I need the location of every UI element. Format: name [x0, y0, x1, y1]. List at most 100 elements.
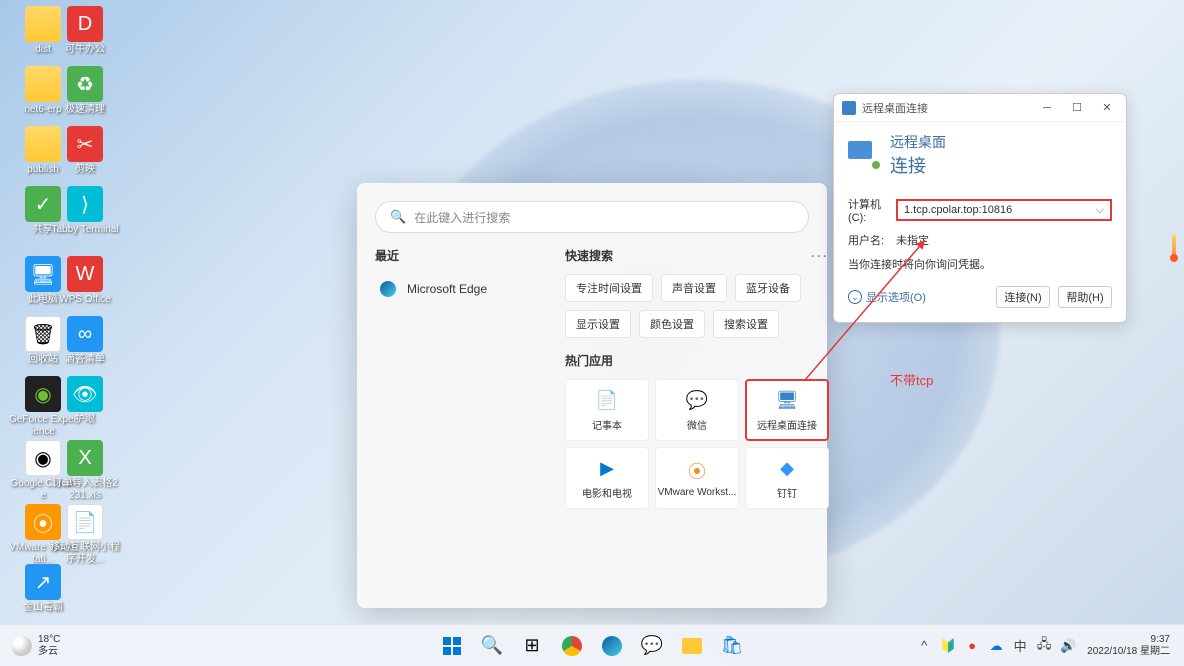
desktop-icon[interactable]: 👁 护眼 [50, 376, 120, 426]
app-tile-icon: ▶ [595, 457, 619, 481]
desktop-icon[interactable]: ♻极速清理 [50, 66, 120, 116]
app-icon: ⟩ [67, 186, 103, 222]
taskbar-clock[interactable]: 9:37 2022/10/18 星期二 [1081, 634, 1176, 658]
quick-search-chip[interactable]: 显示设置 [565, 310, 631, 338]
rdp-header-line1: 远程桌面 [890, 132, 946, 152]
recent-section-label: 最近 [375, 247, 399, 264]
quick-search-chip[interactable]: 蓝牙设备 [735, 274, 801, 302]
rdp-header-line2: 连接 [890, 152, 946, 178]
desktop-icon-label: 金山毒霸 [23, 602, 63, 614]
recent-item[interactable]: Microsoft Edge [375, 274, 535, 304]
chevron-down-icon: ⌄ [848, 290, 862, 304]
desktop-icon-label: 移动互联网小程序开发... [50, 542, 120, 566]
app-tile-label: 微信 [687, 417, 707, 432]
quick-search-chip[interactable]: 声音设置 [661, 274, 727, 302]
tray-app-icon-1[interactable]: ● [961, 635, 983, 657]
desktop-icon[interactable]: X订单导入表格2231.xls [50, 440, 120, 502]
taskbar-wechat-icon[interactable]: 💬 [634, 628, 670, 664]
app-icon: 👁 [67, 376, 103, 412]
minimize-button[interactable]: ─ [1032, 94, 1062, 122]
annotation-text: 不带tcp [890, 370, 933, 389]
rdp-credentials-hint: 当你连接时将向你询问凭据。 [848, 256, 1112, 272]
app-tile-label: VMware Workst... [658, 487, 737, 498]
show-options-toggle[interactable]: ⌄ 显示选项(O) [848, 289, 926, 305]
username-value: 未指定 [896, 232, 929, 248]
start-menu-panel: 🔍 在此键入进行搜索 最近 Microsoft Edge 快速搜索 ··· 专注… [357, 183, 827, 608]
weather-icon [12, 636, 32, 656]
desktop-icon[interactable]: ⟩Tabby Terminal [50, 186, 120, 236]
taskbar-store-icon[interactable]: 🛍 [714, 628, 750, 664]
tray-volume-icon[interactable]: 🔊 [1057, 635, 1079, 657]
tray-ime-icon[interactable]: 中 [1009, 635, 1031, 657]
rdp-title-text: 远程桌面连接 [862, 100, 928, 116]
quick-search-chip[interactable]: 颜色设置 [639, 310, 705, 338]
taskbar: 18°C 多云 🔍 ⊞ 💬 🛍 ^ 🔰 ● ☁ 中 🖧 🔊 9:37 2022/… [0, 624, 1184, 666]
hot-app-tile[interactable]: 📄 记事本 [565, 379, 649, 441]
desktop-icon-label: 可牛办公 [65, 44, 105, 56]
hot-app-tile[interactable]: ▶ 电影和电视 [565, 447, 649, 509]
tray-network-icon[interactable]: 🖧 [1033, 635, 1055, 657]
desktop-icon[interactable]: ∞ 滴答清单 [50, 316, 120, 366]
connect-button[interactable]: 连接(N) [996, 286, 1050, 308]
weather-temp: 18°C [38, 634, 60, 646]
app-tile-label: 记事本 [592, 417, 622, 432]
desktop-icon-label: 护眼 [75, 414, 95, 426]
hot-app-tile[interactable]: ◆钉钉 [745, 447, 829, 509]
rdp-titlebar[interactable]: 远程桌面连接 ─ ☐ ✕ [834, 94, 1126, 122]
app-tile-icon: 📄 [595, 389, 619, 413]
start-search-box[interactable]: 🔍 在此键入进行搜索 [375, 201, 809, 233]
taskbar-edge-icon[interactable] [594, 628, 630, 664]
hot-app-tile[interactable]: ⦿ VMware Workst... [655, 447, 739, 509]
app-tile-icon: ⦿ [685, 459, 709, 483]
desktop-icon[interactable]: ✂ 剪映 [50, 126, 120, 176]
app-tile-icon: 💬 [685, 389, 709, 413]
desktop-icon-label: 剪映 [75, 164, 95, 176]
close-button[interactable]: ✕ [1092, 94, 1122, 122]
app-tile-icon: ◆ [775, 457, 799, 481]
app-icon: ∞ [67, 316, 103, 352]
recent-item-label: Microsoft Edge [407, 282, 487, 296]
desktop-icon-label: dist [35, 44, 51, 56]
app-icon: ✂ [67, 126, 103, 162]
weather-widget[interactable]: 18°C 多云 [0, 634, 72, 658]
start-button[interactable] [434, 628, 470, 664]
quick-search-chip[interactable]: 搜索设置 [713, 310, 779, 338]
desktop-icon[interactable]: ↗ 金山毒霸 [8, 564, 78, 614]
app-tile-icon: 🖥 [775, 389, 799, 413]
quick-search-label: 快速搜索 [565, 247, 613, 264]
app-icon: ↗ [25, 564, 61, 600]
desktop-icon-label: 滴答清单 [65, 354, 105, 366]
tray-security-icon[interactable]: 🔰 [937, 635, 959, 657]
maximize-button[interactable]: ☐ [1062, 94, 1092, 122]
computer-combobox[interactable]: 1.tcp.cpolar.top:10816 [896, 199, 1112, 221]
edge-icon [379, 280, 397, 298]
desktop-icon[interactable]: W WPS Office [50, 256, 120, 306]
help-button[interactable]: 帮助(H) [1058, 286, 1112, 308]
hot-app-tile[interactable]: 💬 微信 [655, 379, 739, 441]
desktop-icon-label: WPS Office [59, 294, 111, 306]
quick-search-chip[interactable]: 专注时间设置 [565, 274, 653, 302]
tray-onedrive-icon[interactable]: ☁ [985, 635, 1007, 657]
taskbar-explorer-icon[interactable] [674, 628, 710, 664]
computer-label: 计算机(C): [848, 196, 896, 224]
app-icon: 📄 [67, 504, 103, 540]
taskbar-search-button[interactable]: 🔍 [474, 628, 510, 664]
rdp-window: 远程桌面连接 ─ ☐ ✕ 远程桌面 连接 计算机(C): 1.tcp.cpola… [833, 93, 1127, 323]
weather-desc: 多云 [38, 646, 60, 658]
hot-app-tile[interactable]: 🖥 远程桌面连接 [745, 379, 829, 441]
quick-more-button[interactable]: ··· [811, 249, 829, 263]
hot-apps-label: 热门应用 [565, 352, 613, 369]
computer-value: 1.tcp.cpolar.top:10816 [904, 204, 1012, 216]
app-icon: X [67, 440, 103, 476]
app-tile-label: 远程桌面连接 [757, 417, 817, 432]
app-tile-label: 电影和电视 [582, 485, 632, 500]
desktop-icon[interactable]: 📄移动互联网小程序开发... [50, 504, 120, 566]
app-icon: W [67, 256, 103, 292]
taskbar-chrome-icon[interactable] [554, 628, 590, 664]
thermometer-widget[interactable] [1170, 234, 1178, 262]
desktop-icon[interactable]: D 可牛办公 [50, 6, 120, 56]
task-view-button[interactable]: ⊞ [514, 628, 550, 664]
rdp-title-icon [842, 101, 856, 115]
app-icon: D [67, 6, 103, 42]
tray-chevron-up-icon[interactable]: ^ [913, 635, 935, 657]
